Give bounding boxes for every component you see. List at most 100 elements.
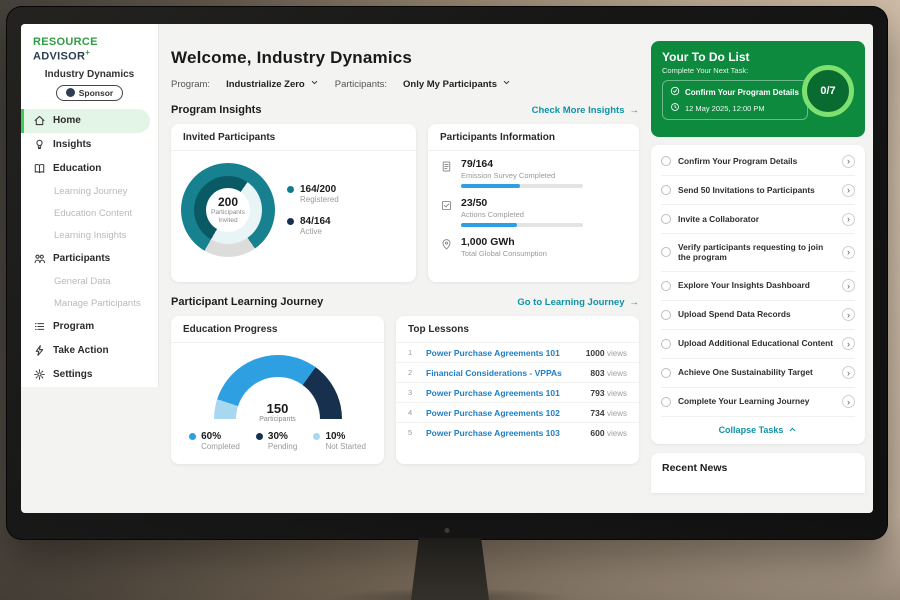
todo-task-row[interactable]: Upload Spend Data Records › [661,301,855,330]
participants-information-card: Participants Information 79/164 Emission… [428,124,639,282]
sidebar-item-education-content[interactable]: Education Content [21,203,158,225]
chevron-right-icon[interactable]: › [842,246,855,259]
lesson-title-link[interactable]: Power Purchase Agreements 102 [426,408,583,418]
link-label: Check More Insights [532,105,625,116]
collapse-tasks-link[interactable]: Collapse Tasks [661,417,855,442]
task-checkbox[interactable] [661,281,671,291]
chevron-right-icon[interactable]: › [842,308,855,321]
sidebar-item-home[interactable]: Home [21,109,150,133]
chevron-down-icon [310,78,319,90]
task-checkbox[interactable] [661,185,671,195]
progress-fill [461,223,517,227]
people-icon [33,252,46,265]
lesson-row[interactable]: 3 Power Purchase Agreements 101 793 view… [396,382,639,402]
education-progress-gauge-chart: 150 Participants [214,355,342,419]
task-checkbox[interactable] [661,397,671,407]
sidebar-item-general-data[interactable]: General Data [21,271,158,293]
lesson-views-word: views [607,429,627,438]
sidebar-item-program[interactable]: Program [21,315,158,339]
sponsor-badge[interactable]: Sponsor [56,85,123,101]
lesson-row[interactable]: 5 Power Purchase Agreements 103 600 view… [396,422,639,442]
sidebar-item-education[interactable]: Education [21,157,158,181]
filters-bar: Program: Industrialize Zero Participants… [171,78,639,90]
learning-journey-header: Participant Learning Journey Go to Learn… [171,296,639,308]
stat-value: 1,000 GWh [461,236,547,248]
card-title: Participants Information [428,124,639,151]
lesson-views-count: 793 [590,388,604,398]
lesson-row[interactable]: 2 Financial Considerations - VPPAs 803 v… [396,362,639,382]
todo-task-row[interactable]: Invite a Collaborator › [661,205,855,234]
task-checkbox[interactable] [661,339,671,349]
todo-task-row[interactable]: Confirm Your Program Details › [661,147,855,176]
stat-value: 23/50 [461,197,583,209]
sidebar-item-insights[interactable]: Insights [21,133,158,157]
monitor-power-led [445,528,450,533]
lesson-title-link[interactable]: Power Purchase Agreements 103 [426,428,583,438]
survey-icon [440,160,453,173]
sidebar-item-label: Take Action [53,345,109,356]
sidebar-item-participants[interactable]: Participants [21,247,158,271]
progress-bar [461,223,583,227]
sidebar-item-manage-participants[interactable]: Manage Participants [21,293,158,315]
sidebar-item-learning-journey[interactable]: Learning Journey [21,181,158,203]
go-to-learning-journey-link[interactable]: Go to Learning Journey → [517,297,639,308]
todo-task-row[interactable]: Verify participants requesting to join t… [661,234,855,272]
chevron-right-icon[interactable]: › [842,366,855,379]
recent-news-title: Recent News [662,462,854,474]
todo-task-row[interactable]: Achieve One Sustainability Target › [661,359,855,388]
donut-center: 200 Participants Invited [206,188,250,232]
todo-task-row[interactable]: Upload Additional Educational Content › [661,330,855,359]
check-more-insights-link[interactable]: Check More Insights → [532,105,639,116]
invited-body: 200 Participants Invited 164/200 Registe [171,151,416,269]
next-task-box[interactable]: Confirm Your Program Details 12 May 2025… [662,80,808,120]
legend-label: Completed [201,442,240,451]
todo-panel: Your To Do List Complete Your Next Task:… [651,24,873,513]
legend-dot [189,433,196,440]
check-circle-icon [670,86,680,98]
legend-label: Active [300,227,331,236]
lesson-rank: 1 [408,348,419,357]
chevron-right-icon[interactable]: › [842,184,855,197]
participants-filter-label: Participants: [335,79,387,90]
chevron-right-icon[interactable]: › [842,337,855,350]
lesson-rank: 3 [408,388,419,397]
lesson-row[interactable]: 1 Power Purchase Agreements 101 1000 vie… [396,342,639,362]
task-checkbox[interactable] [661,247,671,257]
donut-center-value: 200 [218,195,238,209]
sidebar-item-take-action[interactable]: Take Action [21,339,158,363]
task-checkbox[interactable] [661,368,671,378]
task-checkbox[interactable] [661,214,671,224]
todo-task-row[interactable]: Explore Your Insights Dashboard › [661,272,855,301]
chevron-right-icon[interactable]: › [842,213,855,226]
program-select[interactable]: Industrialize Zero [226,78,319,90]
page-title: Welcome, Industry Dynamics [171,48,639,68]
monitor-bezel: RESOURCE ADVISOR+ Industry Dynamics Spon… [6,6,888,540]
next-task-label: Confirm Your Program Details [685,88,799,97]
legend-value: 10% [325,431,365,442]
arrow-right-icon: → [630,297,640,308]
donut-center-label: Participants Invited [208,209,248,225]
location-pin-icon [440,238,453,251]
lesson-title-link[interactable]: Financial Considerations - VPPAs [426,368,583,378]
sidebar-item-learning-insights[interactable]: Learning Insights [21,225,158,247]
participants-select[interactable]: Only My Participants [403,78,511,90]
home-icon [33,114,46,127]
sidebar-item-settings[interactable]: Settings [21,363,158,387]
chevron-right-icon[interactable]: › [842,279,855,292]
arrow-right-icon: → [630,105,640,116]
lesson-title-link[interactable]: Power Purchase Agreements 101 [426,348,579,358]
chevron-right-icon[interactable]: › [842,395,855,408]
todo-progress-ring: 0/7 [802,65,854,117]
chevron-right-icon[interactable]: › [842,155,855,168]
todo-task-row[interactable]: Send 50 Invitations to Participants › [661,176,855,205]
lesson-views-word: views [607,369,627,378]
lesson-row[interactable]: 4 Power Purchase Agreements 102 734 view… [396,402,639,422]
task-checkbox[interactable] [661,310,671,320]
lesson-title-link[interactable]: Power Purchase Agreements 101 [426,388,583,398]
top-lessons-card: Top Lessons 1 Power Purchase Agreements … [396,316,639,464]
todo-task-row[interactable]: Complete Your Learning Journey › [661,388,855,417]
sidebar-item-label: Learning Journey [54,186,127,197]
task-checkbox[interactable] [661,156,671,166]
card-title: Top Lessons [396,316,639,342]
legend-label: Registered [300,195,339,204]
